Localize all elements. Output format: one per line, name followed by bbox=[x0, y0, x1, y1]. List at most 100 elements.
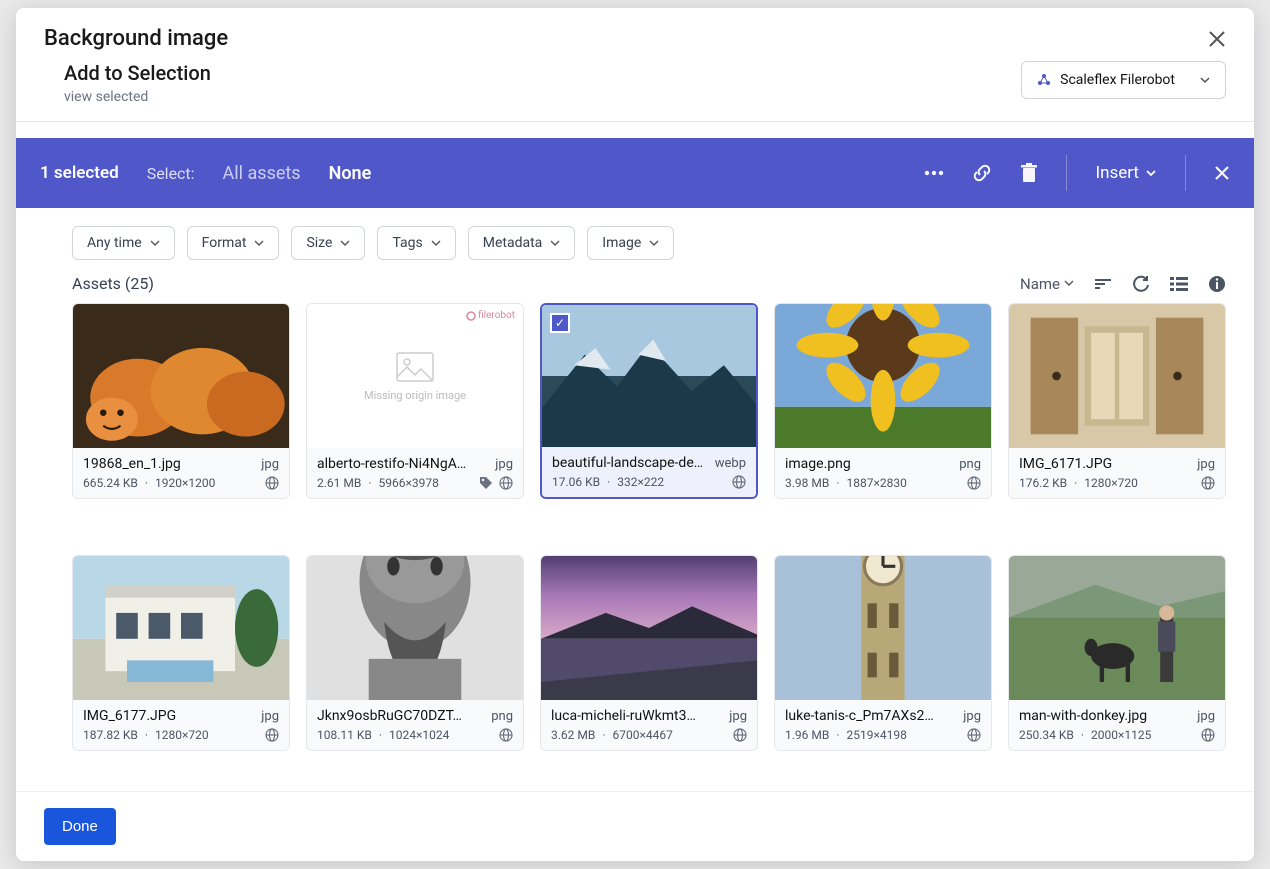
file-dims: 5966×3978 bbox=[378, 476, 438, 490]
close-toolbar-icon[interactable] bbox=[1214, 165, 1230, 181]
file-dims: 1280×720 bbox=[155, 728, 209, 742]
filter-image[interactable]: Image bbox=[587, 226, 674, 260]
thumbnail-image bbox=[775, 556, 991, 700]
asset-card[interactable]: man-with-donkey.jpg jpg 250.34 KB 2000×1125 bbox=[1008, 555, 1226, 751]
view-selected-link[interactable]: view selected bbox=[64, 89, 211, 105]
asset-card[interactable]: IMG_6171.JPGjpg176.2 KB1280×720 bbox=[1008, 303, 1226, 499]
file-size: 1.96 MB bbox=[785, 728, 829, 742]
sort-dropdown[interactable]: Name bbox=[1020, 275, 1074, 293]
thumbnail bbox=[307, 556, 523, 700]
thumbnail bbox=[73, 304, 289, 448]
globe-icon bbox=[732, 475, 746, 489]
file-name: beautiful-landscape-de… bbox=[552, 455, 709, 471]
select-all-button[interactable]: All assets bbox=[223, 163, 301, 184]
asset-card[interactable]: image.pngpng3.98 MB1887×2830 bbox=[774, 303, 992, 499]
list-view-icon[interactable] bbox=[1170, 277, 1188, 291]
asset-card[interactable]: IMG_6177.JPGjpg187.82 KB1280×720 bbox=[72, 555, 290, 751]
refresh-icon[interactable] bbox=[1132, 275, 1150, 293]
link-icon[interactable] bbox=[972, 163, 992, 183]
trash-icon[interactable] bbox=[1020, 163, 1038, 183]
card-footer: image.pngpng3.98 MB1887×2830 bbox=[775, 448, 991, 498]
modal: Background image Add to Selection view s… bbox=[16, 8, 1254, 861]
file-dims: 2000×1125 bbox=[1091, 728, 1151, 742]
provider-icon bbox=[1036, 72, 1052, 88]
file-name: 19868_en_1.jpg bbox=[83, 456, 255, 472]
provider-label: Scaleflex Filerobot bbox=[1060, 72, 1175, 88]
filter-anytime[interactable]: Any time bbox=[72, 226, 175, 260]
filter-metadata[interactable]: Metadata bbox=[468, 226, 576, 260]
info-icon[interactable] bbox=[1208, 275, 1226, 293]
filter-size[interactable]: Size bbox=[291, 226, 365, 260]
filerobot-logo: filerobot bbox=[466, 310, 515, 321]
file-ext: png bbox=[491, 709, 513, 724]
file-dims: 1920×1200 bbox=[155, 476, 215, 490]
asset-card[interactable]: luke-tanis-c_Pm7AXs2… jpg 1.96 MB 2519×4198 bbox=[774, 555, 992, 751]
thumbnail bbox=[775, 556, 991, 700]
insert-button[interactable]: Insert bbox=[1095, 163, 1157, 183]
thumbnail-image bbox=[73, 304, 289, 448]
file-ext: jpg bbox=[1197, 709, 1215, 724]
file-dims: 332×222 bbox=[617, 475, 664, 489]
divider bbox=[1185, 155, 1186, 191]
filter-bar: Any time Format Size Tags Metadata Image bbox=[16, 208, 1254, 274]
thumbnail-image bbox=[1009, 556, 1225, 700]
selection-toolbar: 1 selected Select: All assets None Inser… bbox=[16, 138, 1254, 208]
file-dims: 1024×1024 bbox=[389, 728, 449, 742]
file-name: luke-tanis-c_Pm7AXs2… bbox=[785, 708, 957, 724]
card-footer: beautiful-landscape-de… webp 17.06 KB 332×2… bbox=[542, 447, 756, 497]
thumbnail: ✓ bbox=[542, 305, 756, 447]
tag-icon bbox=[479, 476, 493, 490]
file-dims: 2519×4198 bbox=[846, 728, 906, 742]
thumbnail: filerobotMissing origin image bbox=[307, 304, 523, 448]
modal-title: Background image bbox=[44, 26, 228, 51]
file-name: luca-micheli-ruWkmt3… bbox=[551, 708, 723, 724]
file-size: 3.62 MB bbox=[551, 728, 595, 742]
filter-format[interactable]: Format bbox=[187, 226, 280, 260]
file-ext: jpg bbox=[963, 709, 981, 724]
file-dims: 6700×4467 bbox=[612, 728, 672, 742]
more-icon[interactable] bbox=[924, 170, 944, 176]
file-ext: jpg bbox=[729, 709, 747, 724]
card-footer: alberto-restifo-Ni4NgA…jpg2.61 MB5966×39… bbox=[307, 448, 523, 498]
globe-icon bbox=[265, 476, 279, 490]
thumbnail bbox=[775, 304, 991, 448]
select-none-button[interactable]: None bbox=[329, 163, 372, 184]
file-dims: 1280×720 bbox=[1084, 476, 1138, 490]
file-size: 250.34 KB bbox=[1019, 728, 1074, 742]
done-button[interactable]: Done bbox=[44, 808, 116, 845]
file-dims: 1887×2830 bbox=[846, 476, 906, 490]
globe-icon bbox=[1201, 476, 1215, 490]
asset-grid: 19868_en_1.jpgjpg665.24 KB1920×1200filer… bbox=[16, 303, 1254, 791]
missing-thumbnail: filerobotMissing origin image bbox=[307, 304, 523, 448]
assets-count: Assets (25) bbox=[72, 274, 154, 293]
thumbnail-image bbox=[1009, 304, 1225, 448]
file-size: 2.61 MB bbox=[317, 476, 361, 490]
file-ext: jpg bbox=[1197, 457, 1215, 472]
file-ext: jpg bbox=[495, 457, 513, 472]
card-footer: IMG_6171.JPGjpg176.2 KB1280×720 bbox=[1009, 448, 1225, 498]
asset-card[interactable]: Jknx9osbRuGC70DZT…png108.11 KB1024×1024 bbox=[306, 555, 524, 751]
asset-card[interactable]: luca-micheli-ruWkmt3… jpg 3.62 MB 6700×4467 bbox=[540, 555, 758, 751]
sort-direction-icon[interactable] bbox=[1094, 277, 1112, 291]
filter-tags[interactable]: Tags bbox=[377, 226, 455, 260]
asset-card[interactable]: filerobotMissing origin imagealberto-res… bbox=[306, 303, 524, 499]
card-footer: 19868_en_1.jpgjpg665.24 KB1920×1200 bbox=[73, 448, 289, 498]
file-ext: png bbox=[959, 457, 981, 472]
file-name: man-with-donkey.jpg bbox=[1019, 708, 1191, 724]
file-ext: webp bbox=[715, 456, 746, 471]
thumbnail bbox=[1009, 556, 1225, 700]
globe-icon bbox=[967, 728, 981, 742]
sub-header: Add to Selection view selected Scaleflex… bbox=[16, 61, 1254, 122]
provider-dropdown[interactable]: Scaleflex Filerobot bbox=[1021, 61, 1226, 99]
file-size: 3.98 MB bbox=[785, 476, 829, 490]
file-size: 187.82 KB bbox=[83, 728, 138, 742]
file-size: 665.24 KB bbox=[83, 476, 138, 490]
close-icon[interactable] bbox=[1208, 30, 1226, 48]
file-size: 17.06 KB bbox=[552, 475, 600, 489]
divider bbox=[1066, 155, 1067, 191]
asset-card[interactable]: ✓ beautiful-landscape-de… webp 17.06 KB 332×… bbox=[540, 303, 758, 499]
asset-card[interactable]: 19868_en_1.jpgjpg665.24 KB1920×1200 bbox=[72, 303, 290, 499]
assets-header: Assets (25) Name bbox=[16, 274, 1254, 303]
thumbnail-image bbox=[73, 556, 289, 700]
modal-header: Background image bbox=[16, 8, 1254, 61]
